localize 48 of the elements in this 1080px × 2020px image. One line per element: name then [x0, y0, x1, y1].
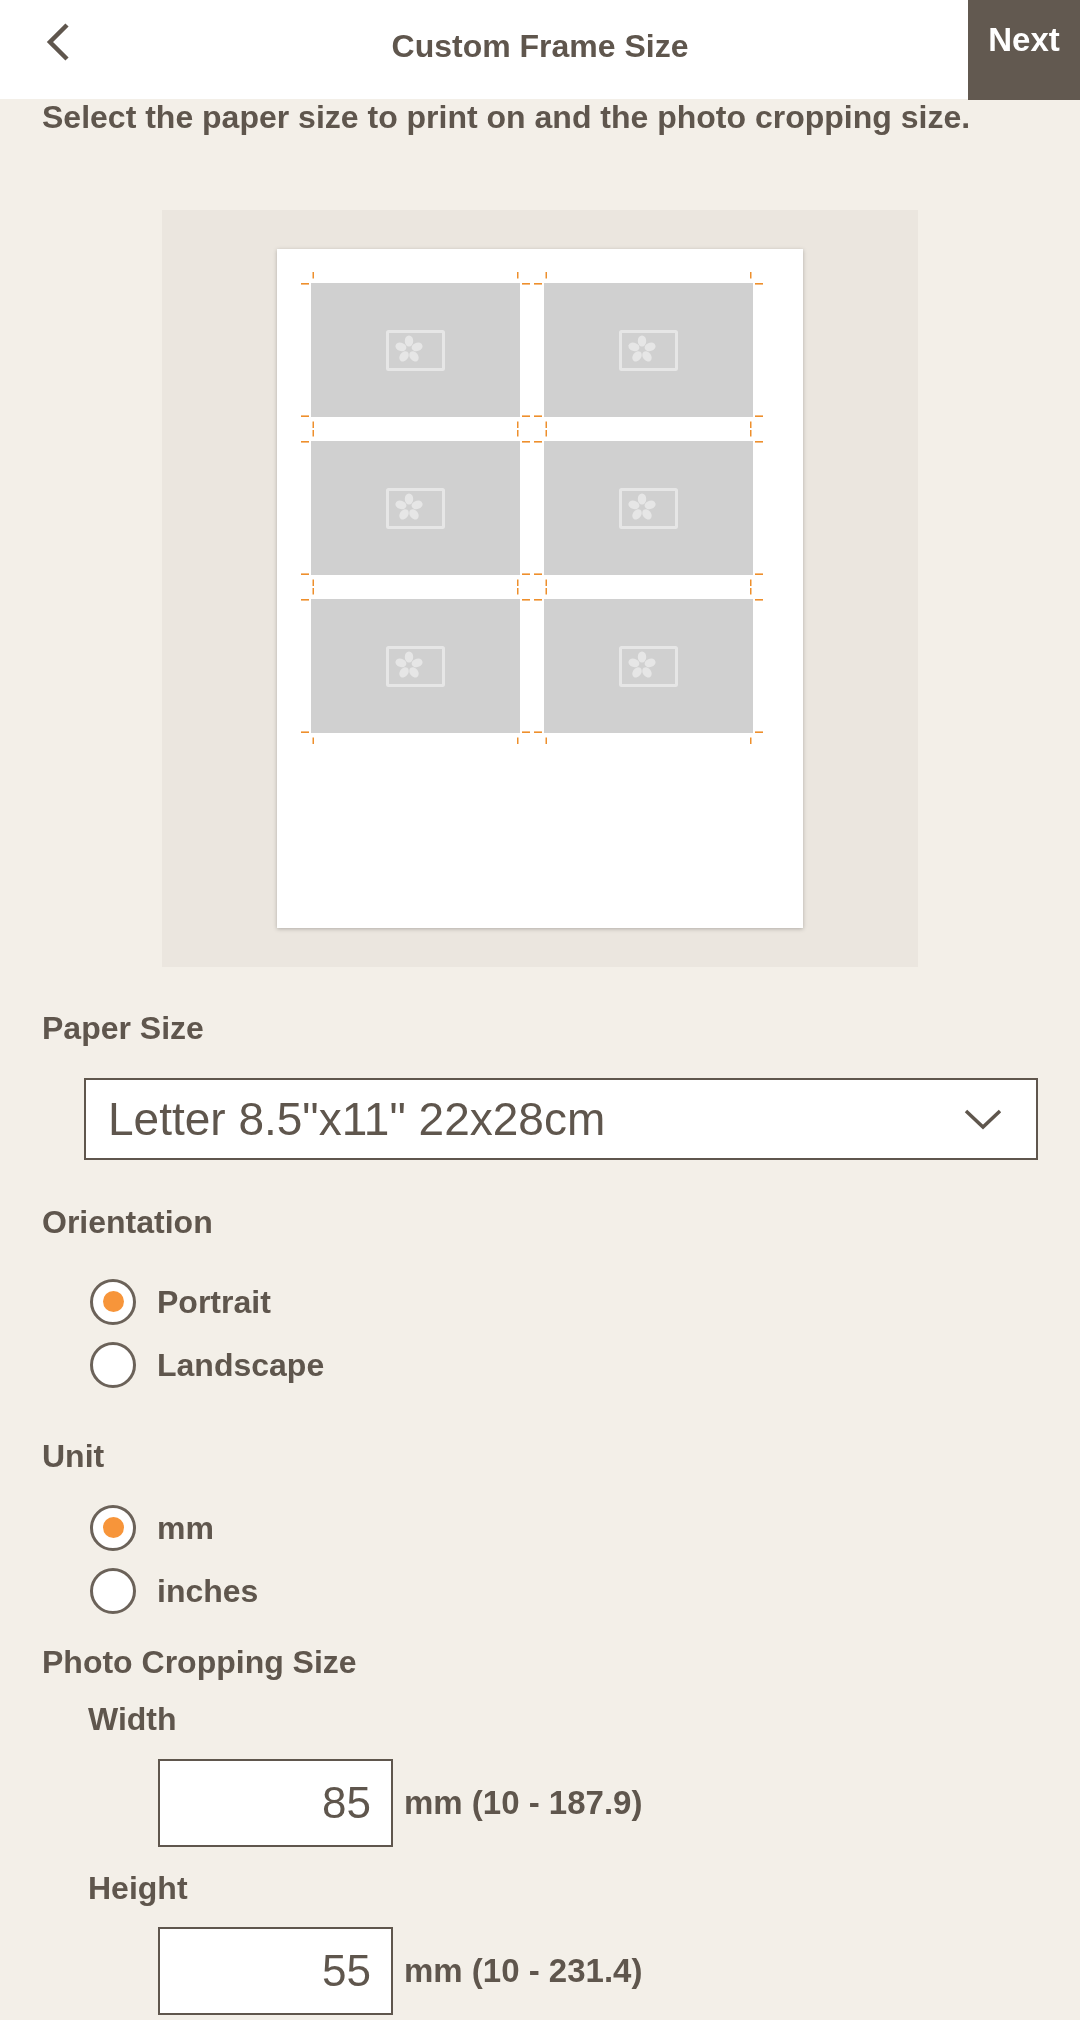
crop-mark-icon	[750, 588, 763, 601]
crop-mark-icon	[750, 573, 763, 586]
crop-mark-icon	[534, 731, 547, 744]
radio-button[interactable]	[90, 1567, 136, 1614]
crop-mark-icon	[301, 588, 314, 601]
chevron-down-icon	[964, 1108, 1002, 1130]
range-text: mm (10 - 187.9)	[404, 1783, 643, 1823]
radio-label[interactable]: Landscape	[157, 1344, 325, 1385]
section-label: Paper Size	[42, 1009, 204, 1048]
crop-mark-icon	[750, 430, 763, 443]
crop-mark-icon	[750, 415, 763, 428]
crop-mark-icon	[534, 573, 547, 586]
section-label: Photo Cropping Size	[42, 1643, 357, 1682]
crop-mark-icon	[750, 272, 763, 285]
crop-mark-icon	[517, 415, 530, 428]
crop-mark-icon	[517, 430, 530, 443]
next-button[interactable]: Next	[968, 0, 1080, 100]
crop-mark-icon	[750, 731, 763, 744]
instruction-text: Select the paper size to print on and the photo cropping size.	[42, 100, 971, 134]
field-label: Height	[88, 1869, 188, 1908]
crop-mark-icon	[534, 415, 547, 428]
radio-button[interactable]	[90, 1278, 136, 1325]
radio-label[interactable]: inches	[157, 1570, 259, 1611]
crop-mark-icon	[534, 430, 547, 443]
section-label: Unit	[42, 1437, 105, 1476]
radio-label[interactable]: Portrait	[157, 1281, 271, 1322]
paper-size-dropdown[interactable]: Letter 8.5"x11" 22x28cm	[84, 1078, 1038, 1160]
crop-mark-icon	[301, 415, 314, 428]
back-icon[interactable]	[45, 22, 71, 62]
crop-mark-icon	[301, 430, 314, 443]
crop-mark-icon	[301, 272, 314, 285]
crop-mark-icon	[301, 731, 314, 744]
crop-mark-icon	[517, 272, 530, 285]
crop-mark-icon	[517, 573, 530, 586]
radio-button[interactable]	[90, 1341, 136, 1388]
crop-mark-icon	[517, 588, 530, 601]
page-title: Custom Frame Size	[391, 27, 689, 66]
radio-label[interactable]: mm	[157, 1507, 214, 1548]
crop-mark-icon	[534, 588, 547, 601]
number-input[interactable]: 85	[158, 1759, 393, 1847]
radio-button[interactable]	[90, 1504, 136, 1551]
number-input[interactable]: 55	[158, 1927, 393, 2015]
section-label: Orientation	[42, 1203, 213, 1242]
crop-mark-icon	[534, 272, 547, 285]
crop-mark-icon	[517, 731, 530, 744]
field-label: Width	[88, 1700, 177, 1739]
range-text: mm (10 - 231.4)	[404, 1951, 643, 1991]
crop-mark-icon	[301, 573, 314, 586]
